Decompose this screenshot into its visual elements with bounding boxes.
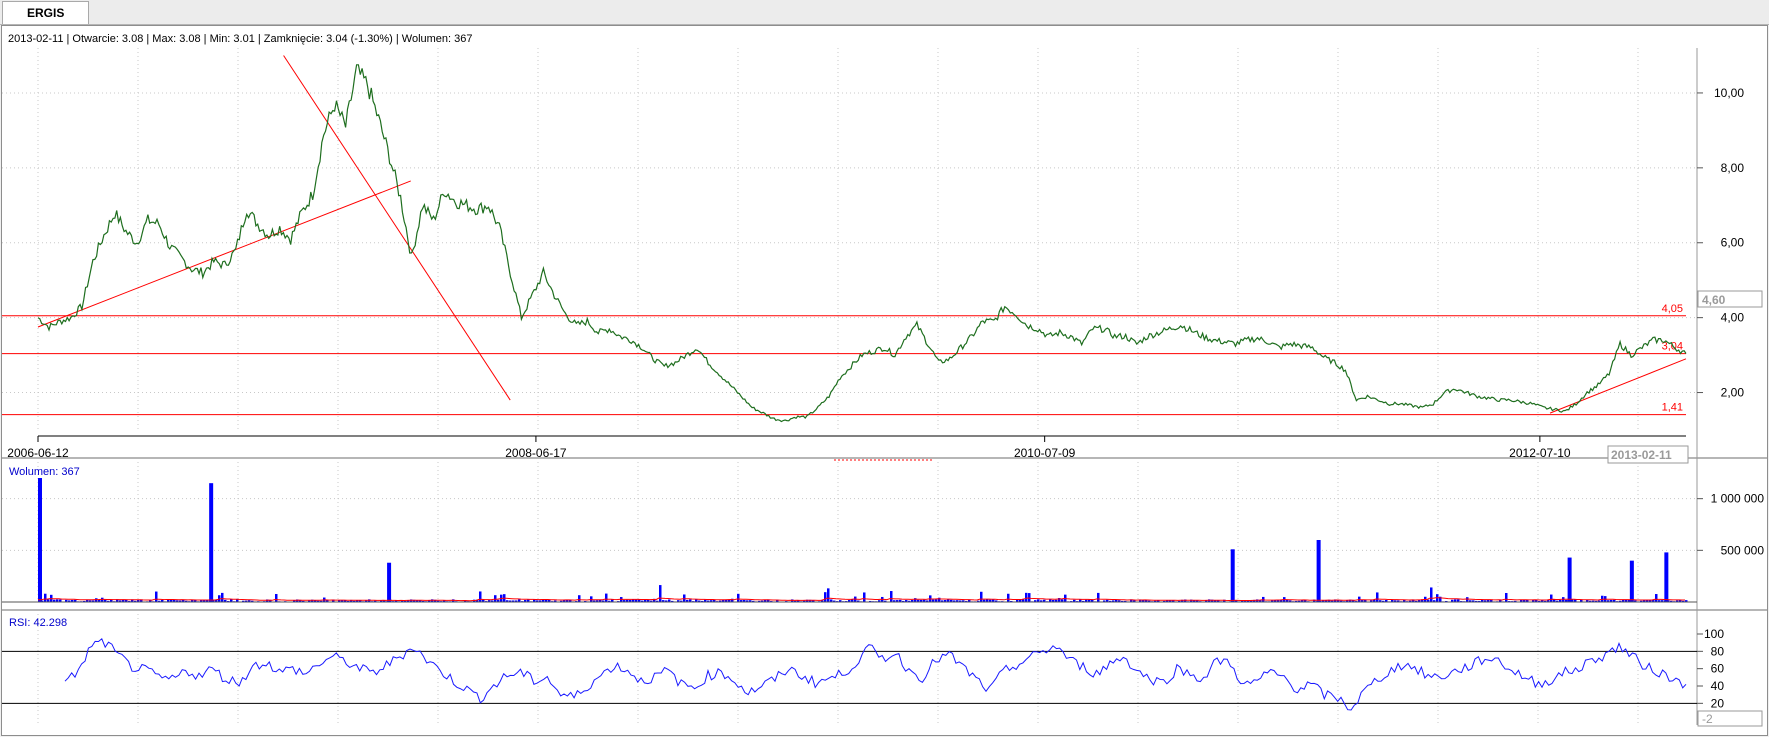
volume-bar (1025, 592, 1028, 602)
volume-bar (659, 585, 662, 602)
volume-bar (1466, 597, 1469, 602)
volume-bar (737, 593, 740, 602)
volume-bar (863, 592, 866, 602)
x-tick-label: 2012-07-10 (1509, 446, 1571, 460)
price-y-tick-label: 10,00 (1714, 86, 1744, 100)
price-marker-box: 4,60 (1697, 290, 1763, 308)
date-marker: 2013-02-11 (1611, 448, 1672, 462)
rsi-y-ticks: 100 80 60 40 20 (1697, 627, 1724, 710)
volume-bar (494, 595, 497, 602)
volume-bar (209, 483, 214, 602)
volume-bar (1664, 552, 1669, 602)
trendline (283, 55, 511, 401)
price-y-tick-label: 2,00 (1721, 386, 1745, 400)
volume-bar (1430, 587, 1433, 602)
rsi-marker-box: -2 (1697, 710, 1763, 727)
x-tick-label: 2008-06-17 (505, 446, 567, 460)
volume-bar (1316, 540, 1321, 602)
x-tick-label: 2010-07-09 (1014, 446, 1076, 460)
rsi-y-tick-label: 60 (1711, 662, 1725, 676)
volume-bar (1655, 594, 1658, 602)
volume-bar (44, 593, 47, 602)
price-grid (2, 48, 1697, 430)
volume-bar (221, 592, 224, 602)
price-y-ticks: 10,00 8,00 6,00 4,00 2,00 (1697, 86, 1744, 400)
volume-bar (1028, 593, 1031, 602)
price-level-label: 4,05 (1662, 303, 1683, 315)
volume-bar (605, 593, 608, 602)
rsi-y-tick-label: 100 (1704, 627, 1724, 641)
x-axis-ticks: 2006-06-12 2008-06-17 2010-07-09 2012-07-10 (7, 436, 1571, 460)
volume-bar (95, 598, 98, 602)
volume-bar (890, 591, 893, 602)
volume-y-tick-label: 1 000 000 (1711, 492, 1765, 506)
price-level-label: 1,41 (1662, 402, 1683, 414)
date-marker-box: 2013-02-11 (1607, 445, 1689, 464)
price-y-tick-label: 6,00 (1721, 236, 1745, 250)
volume-bar (1376, 592, 1379, 602)
volume-bar (578, 595, 581, 602)
rsi-y-tick-label: 40 (1711, 679, 1725, 693)
volume-bar (824, 592, 827, 602)
trendlines (37, 55, 1687, 414)
volume-bar (1097, 592, 1100, 602)
volume-bar (827, 588, 830, 602)
volume-bar (387, 562, 392, 602)
volume-label: Wolumen: 367 (9, 466, 80, 478)
volume-bar (1230, 549, 1235, 602)
rsi-label: RSI: 42.298 (9, 617, 67, 629)
rsi-marker: -2 (1702, 712, 1713, 726)
price-y-tick-label: 4,00 (1721, 311, 1745, 325)
x-tick-label: 2006-06-12 (7, 446, 69, 460)
price-marker: 4,60 (1702, 293, 1726, 307)
rsi-y-tick-label: 20 (1711, 696, 1725, 710)
trendline (37, 180, 411, 328)
price-levels: 4,053,041,41 (2, 303, 1686, 416)
volume-bar (1567, 557, 1572, 602)
rsi-y-tick-label: 80 (1711, 644, 1725, 658)
volume-bar (155, 591, 158, 602)
rsi-levels (2, 650, 1697, 704)
chart-canvas[interactable]: 4,053,041,41 2006-06-12 2008-06-17 2010-07… (0, 0, 1769, 737)
volume-bar (980, 591, 983, 602)
volume-bar (1629, 560, 1634, 602)
volume-y-ticks: 1 000 000 500 000 (1697, 492, 1765, 557)
volume-bar (38, 478, 42, 602)
volume-bar (1550, 594, 1553, 602)
volume-bar (1007, 593, 1010, 602)
volume-y-tick-label: 500 000 (1721, 543, 1765, 557)
volume-bar (1505, 592, 1508, 602)
volume-bar (479, 591, 482, 602)
volume-bars (2, 478, 1697, 603)
rsi-line (64, 637, 1687, 711)
volume-bar (275, 593, 278, 602)
volume-grid (2, 462, 1697, 602)
price-y-tick-label: 8,00 (1721, 161, 1745, 175)
ohlc-info-line: 2013-02-11 | Otwarcie: 3.08 | Max: 3.08 … (8, 33, 473, 45)
